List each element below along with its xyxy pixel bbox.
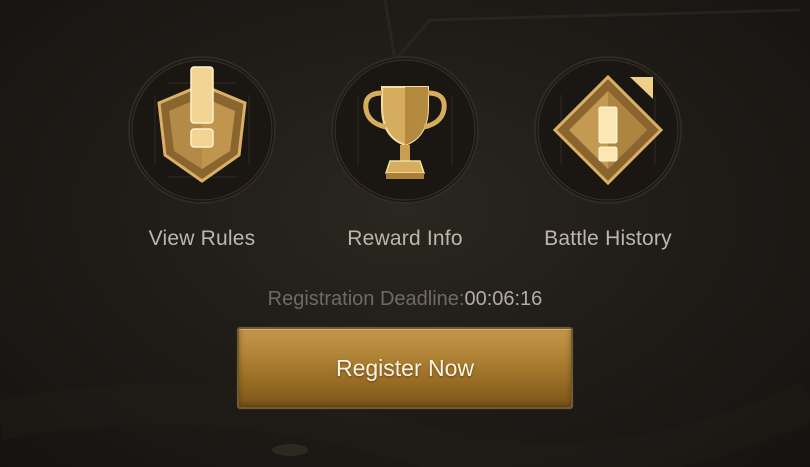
view-rules-button[interactable]: View Rules <box>102 55 302 251</box>
battle-history-button[interactable]: Battle History <box>508 55 708 251</box>
reward-info-button[interactable]: Reward Info <box>305 55 505 251</box>
battle-history-label: Battle History <box>544 227 672 250</box>
deadline-label: Registration Deadline: <box>267 288 465 310</box>
view-rules-label: View Rules <box>148 227 256 250</box>
register-now-button[interactable]: Register Now <box>237 327 573 409</box>
countdown-timer: 00:06:16 <box>464 288 543 310</box>
alert-diamond-icon <box>533 55 683 205</box>
alert-pentagon-icon <box>127 55 277 205</box>
reward-info-label: Reward Info <box>347 227 463 250</box>
trophy-icon <box>330 55 480 205</box>
register-now-label: Register Now <box>335 354 475 381</box>
registration-deadline: Registration Deadline:00:06:16 <box>0 288 810 311</box>
